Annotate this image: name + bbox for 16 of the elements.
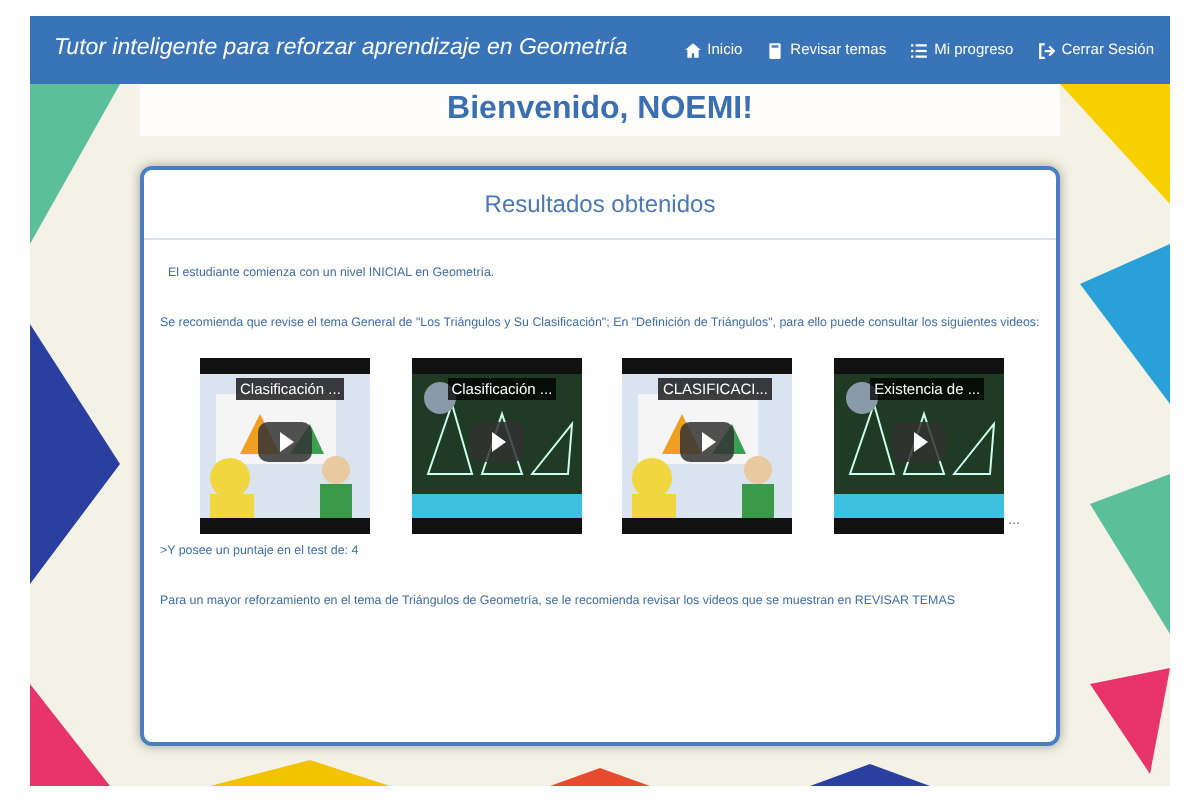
house-icon	[683, 41, 702, 59]
list-icon	[910, 41, 929, 59]
welcome-heading: Bienvenido, NOEMI!	[140, 84, 1060, 136]
card-title: Resultados obtenidos	[144, 170, 1056, 240]
play-icon	[258, 421, 312, 462]
play-icon	[892, 421, 947, 462]
background-triangle	[550, 768, 650, 786]
background-triangle	[1060, 84, 1170, 204]
background-triangle	[810, 764, 930, 786]
book-icon	[766, 41, 785, 59]
app-title: Tutor inteligente para reforzar aprendizaje en Geometría	[54, 34, 628, 65]
logout-icon	[1037, 41, 1056, 59]
background-triangle	[1090, 668, 1170, 774]
background-triangle	[30, 684, 110, 786]
play-icon	[680, 421, 735, 462]
play-icon	[469, 421, 524, 462]
